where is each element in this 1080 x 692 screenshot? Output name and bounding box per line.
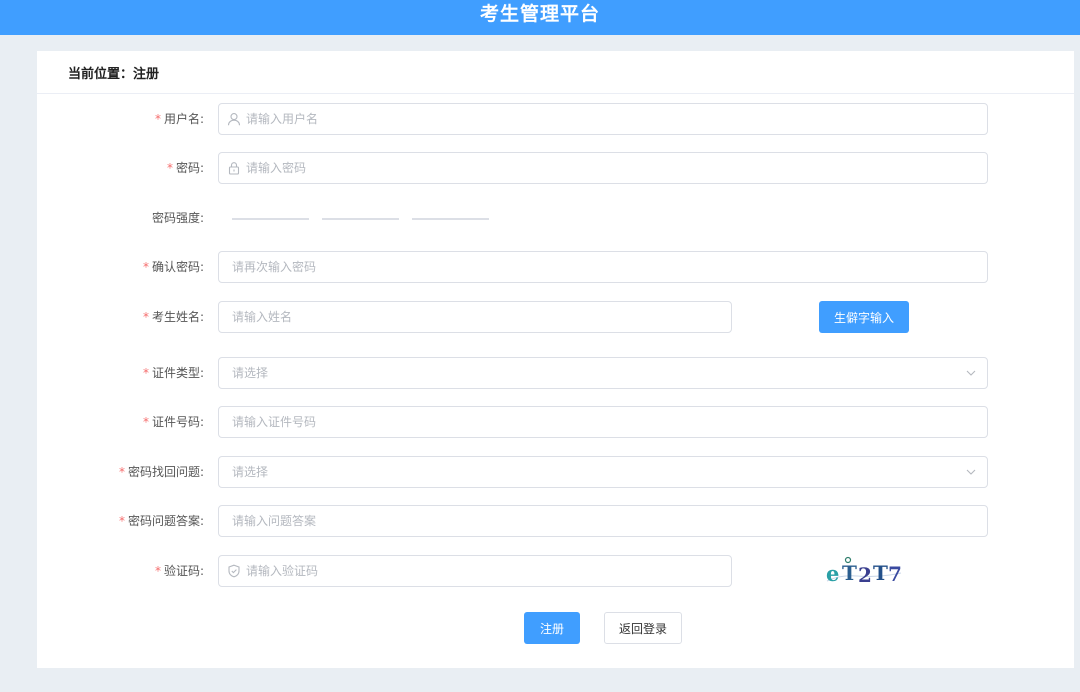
password-field[interactable]	[218, 152, 988, 184]
captcha-char-4: T	[873, 561, 888, 585]
security-question-input[interactable]	[232, 458, 987, 486]
username-input[interactable]	[246, 105, 987, 133]
lock-icon	[223, 153, 245, 183]
captcha-char-1: e	[826, 561, 839, 586]
name-input[interactable]	[232, 303, 731, 331]
username-label: * 用户名:	[154, 112, 204, 126]
breadcrumb-text: 当前位置：注册	[68, 66, 160, 82]
id-type-row: * 证件类型:	[37, 357, 1074, 389]
security-question-row: * 密码找回问题:	[37, 456, 1074, 488]
password-strength-meter	[232, 218, 489, 220]
password-strength-row: 密码强度:	[37, 202, 1074, 234]
strength-bar-medium	[322, 218, 399, 220]
strength-bar-strong	[412, 218, 489, 220]
back-to-login-button[interactable]: 返回登录	[604, 612, 682, 644]
password-strength-label: 密码强度:	[151, 211, 204, 225]
name-row: *考生姓名: 生僻字输入	[37, 301, 1074, 333]
register-button[interactable]: 注册	[524, 612, 580, 644]
name-field[interactable]	[218, 301, 732, 333]
breadcrumb: 当前位置：注册	[37, 51, 1074, 94]
username-field[interactable]	[218, 103, 988, 135]
security-question-select[interactable]	[218, 456, 988, 488]
confirm-password-row: * 确认密码:	[37, 251, 1074, 283]
security-answer-field[interactable]	[218, 505, 988, 537]
id-type-select[interactable]	[218, 357, 988, 389]
captcha-row: *验证码: e T 2 T 7	[37, 555, 1074, 587]
id-number-field[interactable]	[218, 406, 988, 438]
captcha-input[interactable]	[246, 557, 731, 585]
password-input[interactable]	[246, 154, 987, 182]
confirm-password-field[interactable]	[218, 251, 988, 283]
captcha-char-2: T	[842, 561, 857, 585]
security-answer-label: * 密码问题答案:	[118, 514, 204, 528]
shield-icon	[223, 556, 245, 586]
user-icon	[223, 104, 245, 134]
captcha-char-5: 7	[888, 562, 902, 586]
register-card: 当前位置：注册 *用户名: *密码: 密码强度: *确认密码:	[37, 51, 1074, 668]
app-title: 考生管理平台	[479, 3, 600, 25]
id-type-label: * 证件类型:	[142, 366, 204, 380]
app-header: 考生管理平台	[0, 0, 1080, 35]
strength-bar-weak	[232, 218, 309, 220]
security-answer-row: * 密码问题答案:	[37, 505, 1074, 537]
captcha-image[interactable]: e T 2 T 7	[823, 556, 905, 587]
captcha-char-3: 2	[858, 563, 872, 587]
chevron-down-icon[interactable]	[965, 358, 977, 388]
security-question-label: * 密码找回问题:	[118, 465, 204, 479]
id-type-input[interactable]	[232, 359, 987, 387]
captcha-label: * 验证码:	[154, 564, 204, 578]
name-label: * 考生姓名:	[142, 310, 204, 324]
id-number-input[interactable]	[232, 408, 987, 436]
id-number-row: * 证件号码:	[37, 406, 1074, 438]
captcha-field[interactable]	[218, 555, 732, 587]
id-number-label: * 证件号码:	[142, 415, 204, 429]
rare-char-input-button[interactable]: 生僻字输入	[819, 301, 909, 333]
username-row: * 用户名:	[37, 103, 1074, 135]
security-answer-input[interactable]	[232, 507, 987, 535]
password-row: * 密码:	[37, 152, 1074, 184]
confirm-password-label: * 确认密码:	[142, 260, 204, 274]
password-label: * 密码:	[166, 161, 204, 175]
confirm-password-input[interactable]	[232, 253, 987, 281]
chevron-down-icon[interactable]	[965, 457, 977, 487]
